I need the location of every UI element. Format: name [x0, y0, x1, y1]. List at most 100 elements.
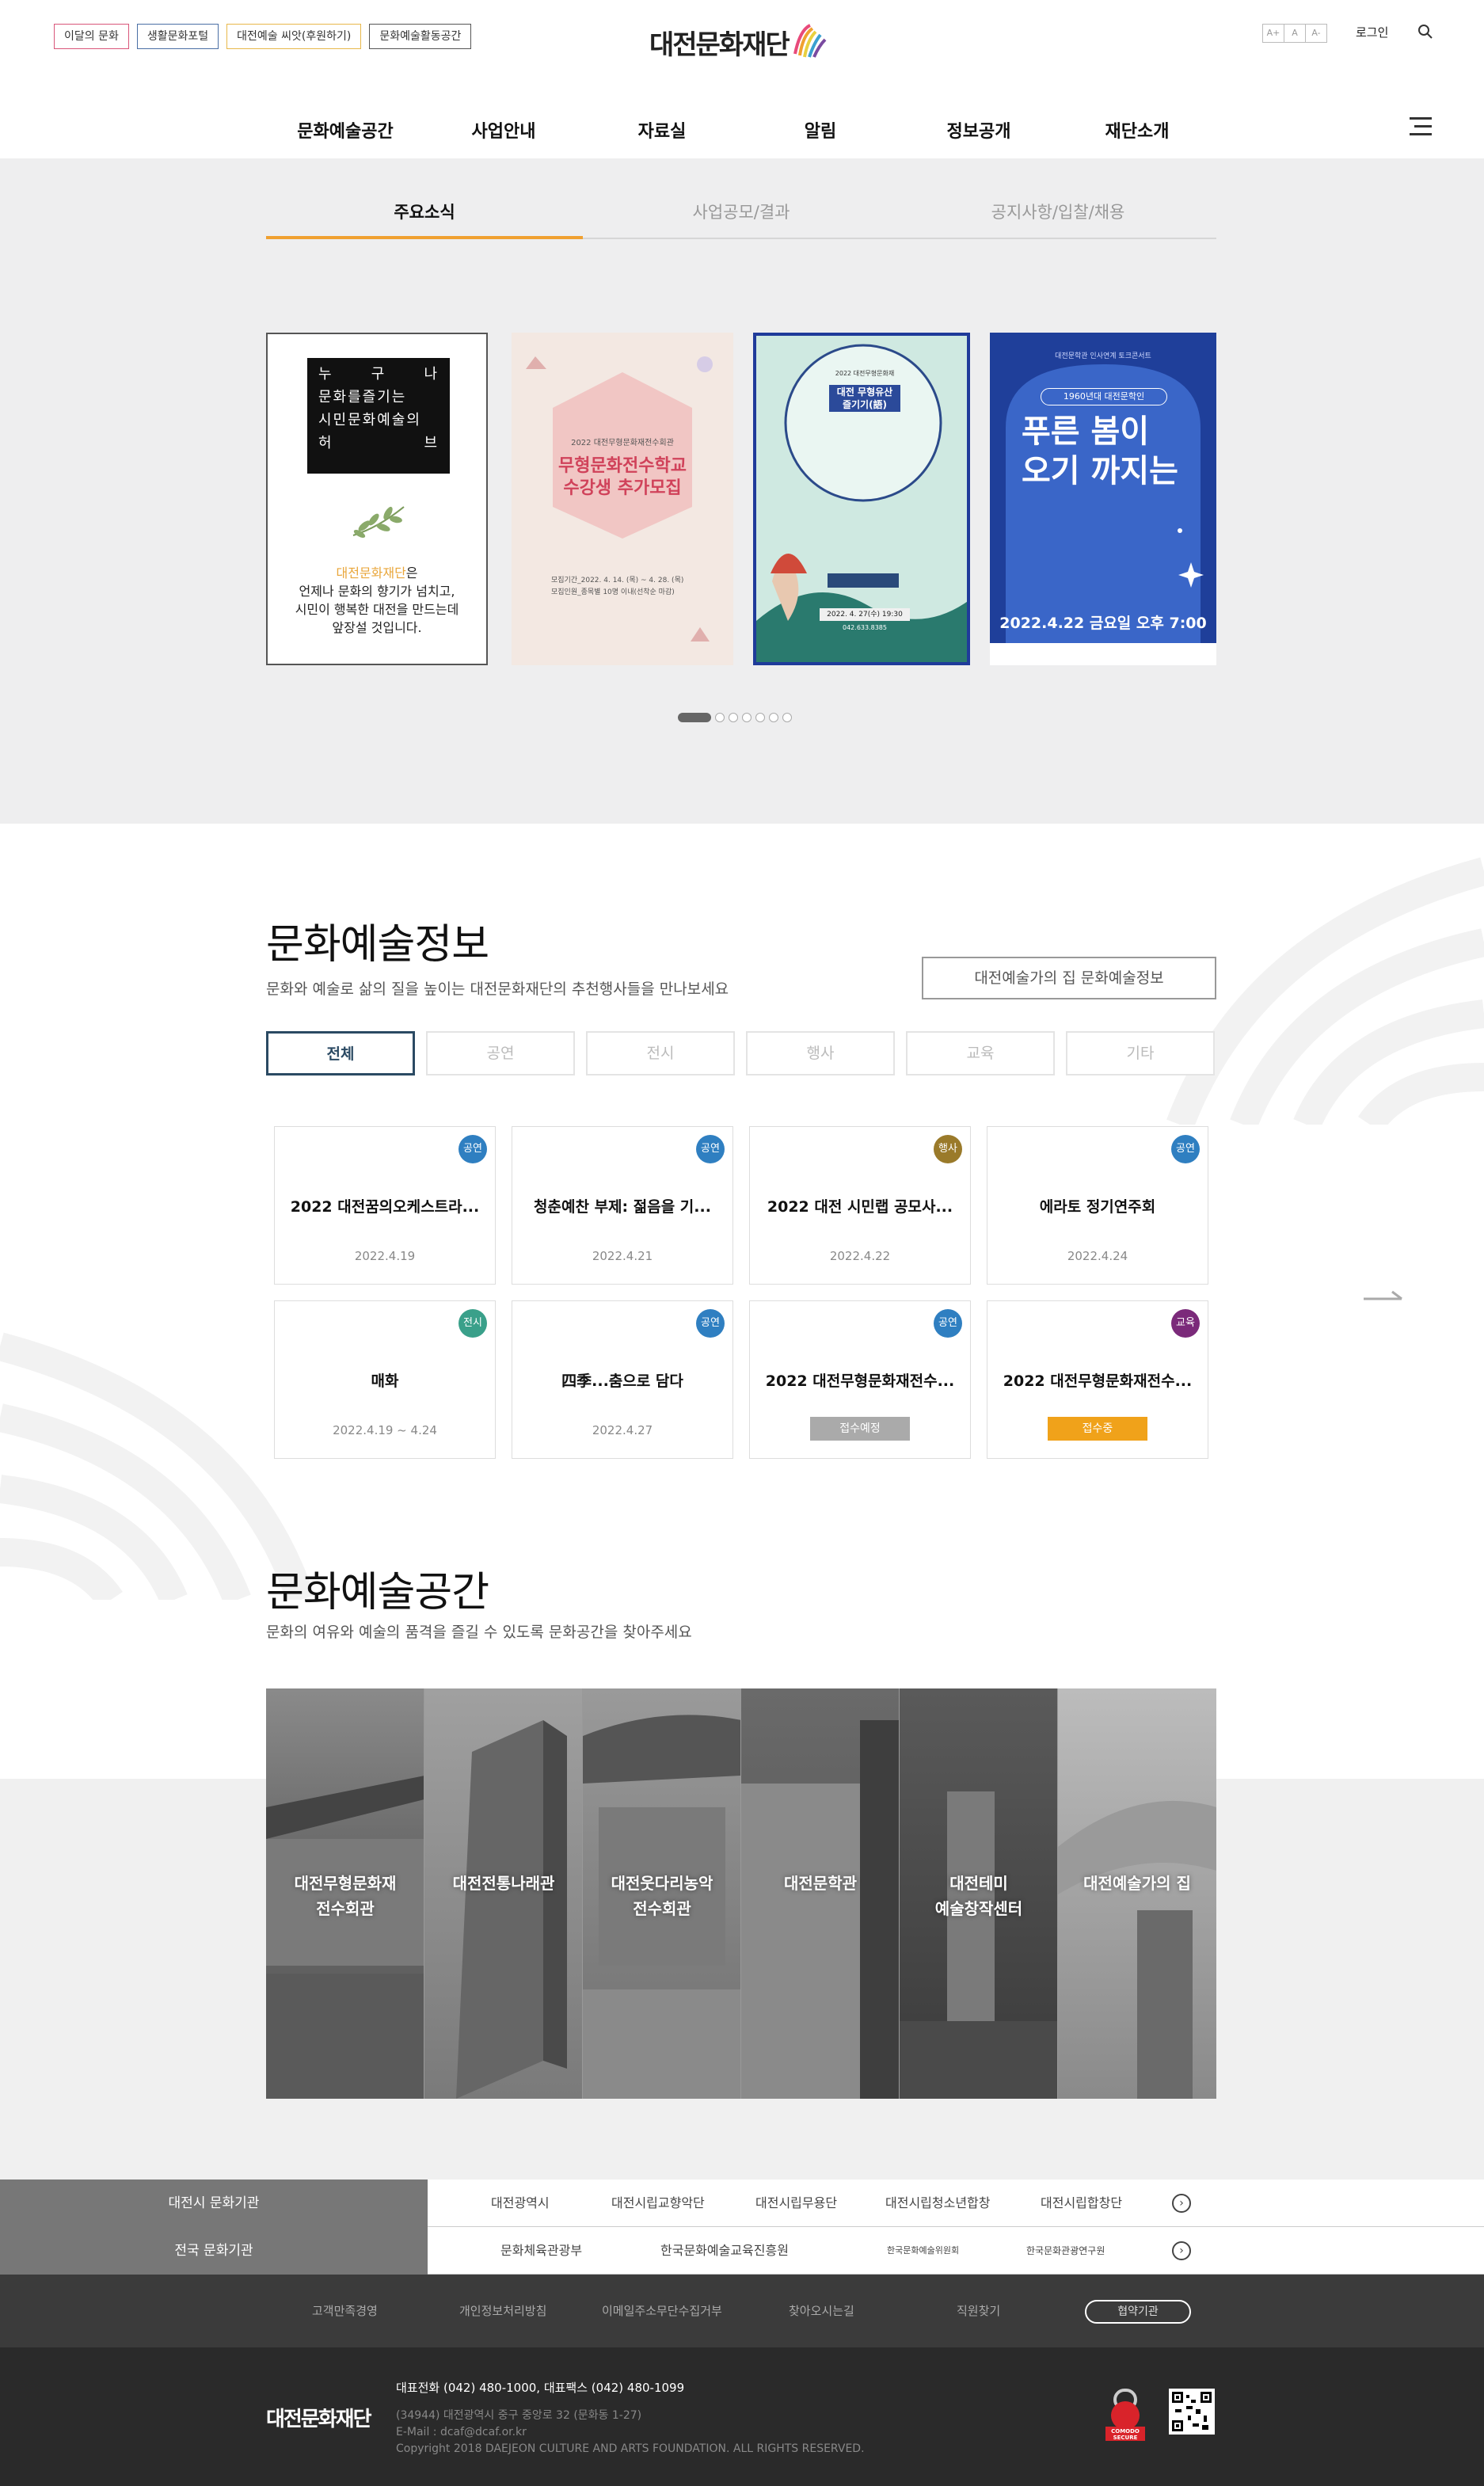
login-link[interactable]: 로그인	[1356, 24, 1388, 40]
font-decrease-button[interactable]: A-	[1305, 24, 1327, 43]
util-link-art-space[interactable]: 문화예술활동공간	[369, 24, 472, 49]
slide-dot[interactable]	[755, 713, 765, 722]
event-card[interactable]: 공연 2022 대전꿈의오케스트라... 2022.4.19	[274, 1126, 496, 1285]
intro-text: 대전문화재단은 언제나 문화의 향기가 넘치고, 시민이 행복한 대전을 만드는…	[295, 565, 459, 635]
slide-dot[interactable]	[742, 713, 752, 722]
city-orgs-label: 대전시 문화기관	[0, 2180, 428, 2227]
font-default-button[interactable]: A	[1284, 24, 1306, 43]
event-card[interactable]: 행사 2022 대전 시민랩 공모사... 2022.4.22	[749, 1126, 971, 1285]
space-card-intangible-heritage[interactable]: 대전무형문화재 전수회관	[266, 1688, 424, 2099]
logo-mark-icon	[793, 24, 827, 58]
event-date: 2022.4.22	[829, 1249, 891, 1263]
nav-disclosure[interactable]: 정보공개	[900, 117, 1058, 143]
footer-link[interactable]: 이메일주소무단수집거부	[602, 2275, 722, 2347]
tab-notices[interactable]: 공지사항/입찰/채용	[900, 200, 1216, 239]
org-link[interactable]: 한국문화예술위원회	[887, 2227, 959, 2275]
national-orgs-row: 전국 문화기관 문화체육관광부 한국문화예술교육진흥원 한국문화예술위원회 한국…	[0, 2227, 1484, 2275]
util-link-monthly-culture[interactable]: 이달의 문화	[54, 24, 129, 49]
poster-1-info-2: 모집인원_종목별 10명 이내(선착순 마감)	[551, 588, 675, 596]
page: 이달의 문화 생활문화포털 대전예술 씨앗(후원하기) 문화예술활동공간 대전문…	[0, 0, 1484, 2486]
org-link[interactable]: 한국문화관광연구원	[1026, 2227, 1105, 2275]
nav-business[interactable]: 사업안내	[424, 117, 583, 143]
slide-dot[interactable]	[729, 713, 738, 722]
poster-slide-1[interactable]: 2022 대전무형문화재전수회관 무형문화전수학교 수강생 추가모집 모집기간_…	[512, 333, 733, 665]
event-card[interactable]: 공연 청춘예찬 부제: 젊음을 기... 2022.4.21	[512, 1126, 733, 1285]
org-link[interactable]: 대전시립무용단	[755, 2180, 837, 2227]
filter-all[interactable]: 전체	[266, 1031, 415, 1075]
category-badge: 공연	[696, 1135, 725, 1163]
event-date: 2022.4.24	[1067, 1249, 1128, 1263]
watermark-left-icon	[0, 1332, 315, 1600]
event-card[interactable]: 공연 에라토 정기연주회 2022.4.24	[987, 1126, 1208, 1285]
util-link-art-seed[interactable]: 대전예술 씨앗(후원하기)	[226, 24, 362, 49]
org-link[interactable]: 대전시립합창단	[1041, 2180, 1122, 2227]
space-card-artists-house[interactable]: 대전예술가의 집	[1058, 1688, 1216, 2099]
nav-about[interactable]: 재단소개	[1058, 117, 1216, 143]
tab-business-results[interactable]: 사업공모/결과	[583, 200, 900, 239]
space-name: 대전예술가의 집	[1083, 1874, 1191, 1893]
city-orgs-more-icon[interactable]: ›	[1172, 2194, 1191, 2213]
menu-icon[interactable]	[1410, 117, 1432, 141]
font-size-controls: A+ A A-	[1262, 24, 1327, 43]
footer-logo: 대전문화재단	[266, 2408, 372, 2431]
poster-1-small: 2022 대전무형문화재전수회관	[571, 439, 674, 447]
org-link[interactable]: 대전시립교향악단	[611, 2180, 705, 2227]
slide-dot[interactable]	[769, 713, 778, 722]
slide-dot[interactable]	[782, 713, 792, 722]
event-title: 2022 대전무형문화재전수...	[765, 1372, 955, 1390]
event-card[interactable]: 공연 2022 대전무형문화재전수... 접수예정	[749, 1300, 971, 1459]
footer-link[interactable]: 개인정보처리방침	[459, 2275, 546, 2347]
space-card-traditional-narae[interactable]: 대전전통나래관	[424, 1688, 583, 2099]
related-orgs-button[interactable]: 협약기관	[1085, 2300, 1191, 2324]
filter-education[interactable]: 교육	[906, 1031, 1055, 1075]
culture-space-list: 대전무형문화재 전수회관 대전전통나래관 대전웃다리농악 전수회관 대전문학관 대전…	[266, 1688, 1216, 2099]
org-link[interactable]: 문화체육관광부	[500, 2227, 582, 2275]
slide-dot[interactable]	[715, 713, 725, 722]
event-title: 매화	[371, 1372, 399, 1390]
filter-etc[interactable]: 기타	[1066, 1031, 1215, 1075]
footer-links: 고객만족경영 개인정보처리방침 이메일주소무단수집거부 찾아오시는길 직원찾기 …	[0, 2275, 1484, 2347]
event-card[interactable]: 전시 매화 2022.4.19 ~ 4.24	[274, 1300, 496, 1459]
filter-event[interactable]: 행사	[746, 1031, 895, 1075]
leaf-icon	[352, 506, 405, 539]
nav-notice[interactable]: 알림	[741, 117, 900, 143]
poster-slide-2[interactable]: 대전 무형유산 즐기기(語) 2022 대전무형문화재 2022. 4. 27(수…	[753, 333, 970, 665]
util-link-life-culture-portal[interactable]: 생활문화포털	[136, 24, 219, 49]
intro-card: 누 구 나 문화를즐기는 시민문화예술의 허 브 대전문화재단은 언제나 문화의…	[266, 333, 488, 665]
space-name: 대전웃다리농악 전수회관	[611, 1874, 713, 1918]
event-card[interactable]: 공연 四季...춤으로 담다 2022.4.27	[512, 1300, 733, 1459]
poster-2-date: 2022. 4. 27(수) 19:30	[820, 608, 910, 621]
culture-info-title: 문화예술정보	[266, 921, 489, 969]
event-card[interactable]: 교육 2022 대전무형문화재전수... 접수중	[987, 1300, 1208, 1459]
footer-link[interactable]: 찾아오시는길	[789, 2275, 854, 2347]
art-house-info-button[interactable]: 대전예술가의 집 문화예술정보	[922, 957, 1216, 999]
qr-code-icon	[1169, 2389, 1215, 2435]
national-orgs-more-icon[interactable]: ›	[1172, 2241, 1191, 2260]
org-link[interactable]: 대전시립청소년합창	[885, 2180, 990, 2227]
poster-1-title-2: 수강생 추가모집	[563, 478, 682, 498]
footer-link[interactable]: 고객만족경영	[312, 2275, 378, 2347]
filter-performance[interactable]: 공연	[426, 1031, 575, 1075]
culture-space-title: 문화예술공간	[266, 1569, 489, 1616]
tab-main-news[interactable]: 주요소식	[266, 200, 583, 239]
nav-archive[interactable]: 자료실	[583, 117, 741, 143]
slide-dot[interactable]	[678, 713, 711, 722]
event-date: 2022.4.19 ~ 4.24	[333, 1423, 437, 1437]
category-badge: 공연	[934, 1309, 962, 1338]
space-card-literature-hall[interactable]: 대전문학관	[741, 1688, 900, 2099]
footer-link[interactable]: 직원찾기	[957, 2275, 1000, 2347]
next-arrow-icon[interactable]	[1364, 1289, 1403, 1302]
font-increase-button[interactable]: A+	[1262, 24, 1284, 43]
org-link[interactable]: 한국문화예술교육진흥원	[660, 2227, 789, 2275]
event-date: 2022.4.19	[354, 1249, 416, 1263]
poster-slide-3[interactable]: 대전문학관 인사연계 토크콘서트 1960년대 대전문학인 푸른 봄이 오기 까…	[990, 333, 1216, 665]
comodo-secure-badge: COMODO SECURE	[1105, 2389, 1145, 2444]
search-icon[interactable]	[1417, 24, 1433, 43]
filter-exhibition[interactable]: 전시	[586, 1031, 735, 1075]
space-card-temi-creation-center[interactable]: 대전테미 예술창작센터	[900, 1688, 1058, 2099]
nav-culture-space[interactable]: 문화예술공간	[266, 117, 424, 143]
space-card-utdari-nongak[interactable]: 대전웃다리농악 전수회관	[583, 1688, 741, 2099]
site-logo[interactable]: 대전문화재단	[649, 22, 828, 62]
org-link[interactable]: 대전광역시	[491, 2180, 550, 2227]
category-badge: 공연	[459, 1135, 487, 1163]
